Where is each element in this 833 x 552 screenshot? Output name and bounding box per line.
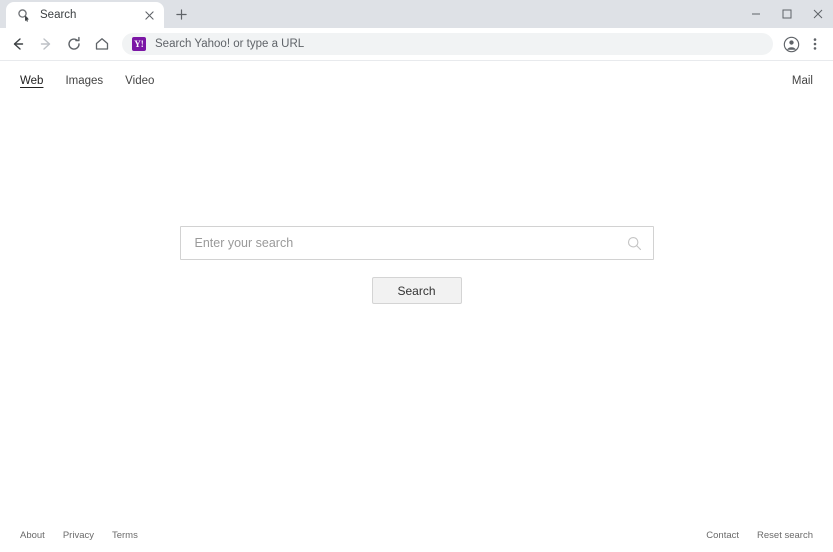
site-nav: Web Images Video Mail: [0, 66, 833, 96]
reload-button[interactable]: [61, 31, 87, 57]
tab-title: Search: [40, 9, 77, 21]
back-button[interactable]: [5, 31, 31, 57]
three-dot-menu-icon: [808, 37, 822, 51]
browser-tab[interactable]: Search: [6, 2, 164, 28]
browser-window: Search Y! Search Yahoo! or type a URL We…: [0, 0, 833, 552]
nav-link-web[interactable]: Web: [20, 75, 43, 87]
footer-right-links: Contact Reset search: [706, 530, 813, 541]
search-button[interactable]: Search: [371, 277, 462, 304]
search-magnifier-icon[interactable]: [627, 235, 643, 251]
search-input[interactable]: [194, 227, 627, 259]
footer-link-contact[interactable]: Contact: [706, 530, 739, 541]
forward-button[interactable]: [33, 31, 59, 57]
back-arrow-icon: [10, 36, 26, 52]
reload-icon: [66, 36, 82, 52]
profile-button[interactable]: [779, 32, 803, 56]
search-box[interactable]: [179, 226, 654, 260]
plus-icon: [175, 8, 187, 20]
nav-link-video[interactable]: Video: [125, 75, 154, 87]
magnifier-cursor-icon: [16, 7, 32, 23]
home-button[interactable]: [89, 31, 115, 57]
home-icon: [94, 36, 110, 52]
close-icon: [813, 9, 823, 19]
yahoo-y-icon: Y!: [132, 37, 146, 51]
browser-menu-button[interactable]: [803, 32, 827, 56]
site-nav-links: Web Images Video: [20, 75, 154, 87]
minimize-button[interactable]: [740, 0, 771, 28]
minimize-icon: [751, 9, 761, 19]
address-bar[interactable]: Y! Search Yahoo! or type a URL: [122, 33, 773, 55]
window-controls: [740, 0, 833, 28]
nav-link-images[interactable]: Images: [65, 75, 103, 87]
close-icon[interactable]: [141, 7, 157, 23]
page-footer: About Privacy Terms Contact Reset search: [0, 518, 833, 552]
maximize-button[interactable]: [771, 0, 802, 28]
search-area: Search: [0, 96, 833, 518]
footer-left-links: About Privacy Terms: [20, 530, 138, 541]
tab-strip: Search: [0, 0, 833, 28]
footer-link-terms[interactable]: Terms: [112, 530, 138, 541]
browser-toolbar: Y! Search Yahoo! or type a URL: [0, 28, 833, 61]
nav-link-mail[interactable]: Mail: [792, 75, 813, 87]
footer-link-privacy[interactable]: Privacy: [63, 530, 94, 541]
maximize-icon: [782, 9, 792, 19]
page-content: Web Images Video Mail Search: [0, 61, 833, 552]
address-bar-placeholder: Search Yahoo! or type a URL: [155, 38, 305, 50]
profile-avatar-icon: [783, 36, 800, 53]
forward-arrow-icon: [38, 36, 54, 52]
footer-link-reset-search[interactable]: Reset search: [757, 530, 813, 541]
new-tab-button[interactable]: [168, 1, 194, 27]
footer-link-about[interactable]: About: [20, 530, 45, 541]
close-window-button[interactable]: [802, 0, 833, 28]
